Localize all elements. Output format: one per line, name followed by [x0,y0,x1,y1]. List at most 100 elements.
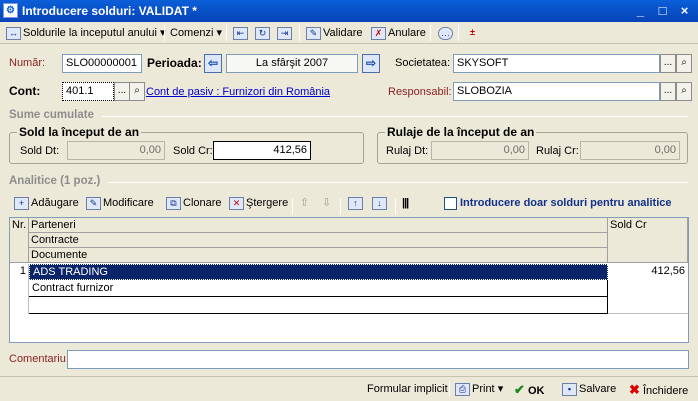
row-document-cell[interactable] [29,297,608,314]
toolbar-separator [395,198,396,214]
dt-ct-icon: ± [470,26,475,37]
analitice-only-checkbox[interactable] [444,197,457,210]
salvare-label: Salvare [579,383,617,395]
row-partener-cell[interactable]: ADS TRADING [29,264,608,280]
societatea-label: Societatea: [395,57,451,69]
cancel-document-icon: ✗ [371,26,386,40]
rulaj-dt-label: Rulaj Dt: [386,145,429,157]
modificare-label: Modificare [103,197,154,209]
numar-label: Număr: [9,57,46,69]
window-title: Introducere solduri: VALIDAT * [22,4,197,18]
clonare-label: Clonare [183,197,222,209]
salvare-button[interactable]: ▪ Salvare [562,381,616,399]
arrow-up-icon: ⇧ [300,197,310,209]
perioada-field[interactable]: La sfârşit 2007 [226,54,358,73]
row-contract-cell[interactable]: Contract furnizor [29,280,608,297]
ok-button[interactable]: ✔ OK [514,381,544,399]
inchidere-button[interactable]: ✖ Închidere [629,381,688,399]
sold-cr-label: Sold Cr: [173,145,213,157]
societatea-field[interactable]: SKYSOFT [453,54,660,73]
societatea-lookup-button[interactable]: ... [660,54,676,73]
sort-ascending-icon: ↑ [348,196,363,210]
refresh-button[interactable]: ↻ [253,25,274,42]
adaugare-label: Adăugare [31,197,79,209]
validare-button[interactable]: ✎ Validare [304,25,365,42]
sume-cumulate-title: Sume cumulate [9,109,94,121]
analitice-title: Analitice (1 poz.) [9,175,101,187]
app-icon: ⚙ [3,3,18,18]
cont-search-icon[interactable]: ⌕ [129,82,145,101]
responsabil-search-icon[interactable]: ⌕ [676,82,692,101]
comment-button[interactable]: … [436,25,457,42]
move-up-button[interactable]: ⇧ [298,195,311,212]
toolbar-separator [340,198,341,214]
first-record-button[interactable]: ⇤ [231,25,252,42]
stergere-label: Ştergere [246,197,289,209]
close-button[interactable]: × [674,2,695,20]
rulaj-cr-field[interactable]: 0,00 [580,141,680,160]
grid-header-nr[interactable]: Nr. [10,218,29,263]
grid-header-documente[interactable]: Documente [29,248,608,263]
toolbar-separator [430,25,431,41]
sold-dt-field[interactable]: 0,00 [67,141,165,160]
societatea-search-icon[interactable]: ⌕ [676,54,692,73]
section-divider [102,116,688,117]
refresh-icon: ↻ [255,26,270,40]
minimize-button[interactable]: _ [630,2,651,20]
rulaj-cr-label: Rulaj Cr: [536,145,579,157]
dropdown-arrow-icon: ▾ [216,27,222,39]
solduri-menu-button[interactable]: ↔ Soldurile la inceputul anului ▾ [4,25,168,42]
sort-asc-button[interactable]: ↑ [346,195,367,212]
sold-group-title: Sold la început de an [17,125,142,139]
rulaje-group-title: Rulaje de la început de an [385,125,537,139]
modificare-button[interactable]: ✎ Modificare [84,195,156,212]
grid-header-sold-cr[interactable]: Sold Cr [608,218,688,263]
anulare-label: Anulare [388,27,426,39]
validare-label: Validare [323,27,363,39]
formular-implicit-button[interactable]: Formular implicit [367,381,448,399]
row-sold-cr-cell[interactable]: 412,56 [608,264,688,314]
grid-header-parteneri[interactable]: Parteneri [29,218,608,233]
cont-field[interactable]: 401.1 [62,82,114,101]
checkmark-icon: ✔ [514,382,525,397]
cont-label: Cont: [9,84,41,98]
comentariu-field[interactable] [67,350,689,369]
clonare-button[interactable]: ⧉ Clonare [164,195,224,212]
maximize-button[interactable]: □ [652,2,673,20]
close-x-icon: ✖ [629,382,640,397]
toolbar-separator [299,25,300,41]
perioada-label: Perioada: [147,56,202,70]
row-number: 1 [19,265,26,277]
debit-credit-button[interactable]: ± [463,25,484,42]
next-period-button[interactable]: ⇨ [362,54,380,73]
sort-desc-button[interactable]: ↓ [370,195,391,212]
speech-bubble-icon: … [438,26,453,40]
sort-descending-icon: ↓ [372,196,387,210]
stergere-button[interactable]: ✕ Ştergere [227,195,290,212]
print-button[interactable]: ⎙ Print ▾ [455,381,503,399]
edit-row-icon: ✎ [86,196,101,210]
grid-header-contracte[interactable]: Contracte [29,233,608,248]
responsabil-field[interactable]: SLOBOZIA [453,82,660,101]
rulaj-dt-field[interactable]: 0,00 [431,141,529,160]
responsabil-lookup-button[interactable]: ... [660,82,676,101]
dropdown-arrow-icon: ▾ [497,383,504,395]
arrow-right-icon: ⇥ [277,26,292,40]
numar-field[interactable]: SLO00000001 [62,54,142,73]
sold-cr-field[interactable]: 412,56 [213,141,311,160]
solduri-menu-label: Soldurile la inceputul anului [23,27,157,39]
toolbar: ↔ Soldurile la inceputul anului ▾ Comenzi… [0,22,698,44]
move-down-button[interactable]: ⇩ [320,195,333,212]
table-row[interactable]: 1 [10,264,29,314]
adaugare-button[interactable]: + Adăugare [12,195,81,212]
anulare-button[interactable]: ✗ Anulare [369,25,428,42]
cont-description-link[interactable]: Cont de pasiv : Furnizori din România [146,86,330,98]
next-record-button[interactable]: ⇥ [275,25,296,42]
barcode-button[interactable]: ||| [400,195,410,212]
prev-period-button[interactable]: ⇦ [204,54,222,73]
clone-row-icon: ⧉ [166,196,181,210]
ok-label: OK [527,385,545,397]
section-divider [108,182,688,183]
cont-lookup-button[interactable]: ... [114,82,130,101]
comenzi-menu-button[interactable]: Comenzi ▾ [168,25,224,42]
